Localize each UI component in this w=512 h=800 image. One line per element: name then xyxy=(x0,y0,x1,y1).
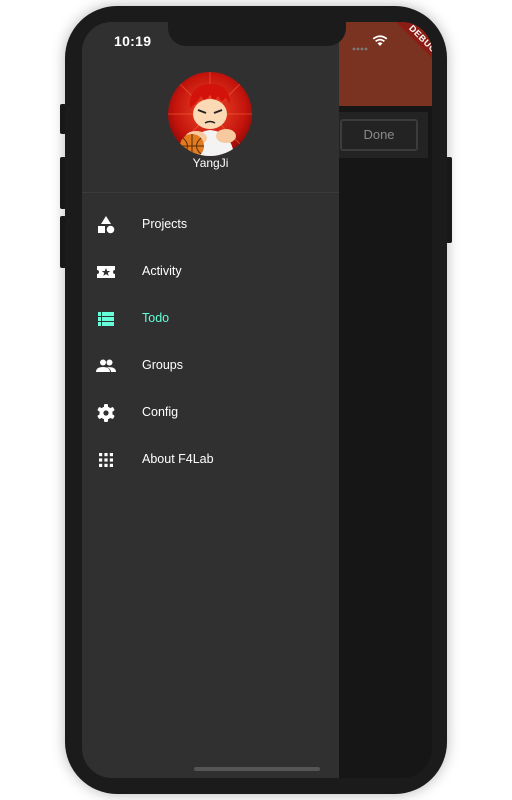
screen: DEBUG Done YangJi Projects Activity Todo… xyxy=(82,22,432,778)
drawer-item-todo[interactable]: Todo xyxy=(82,295,339,342)
drawer-item-label: Todo xyxy=(142,311,170,325)
people-icon xyxy=(96,356,116,376)
avatar[interactable] xyxy=(168,72,252,156)
drawer-item-groups[interactable]: Groups xyxy=(82,342,339,389)
notch xyxy=(168,22,346,46)
status-time: 10:19 xyxy=(114,33,152,49)
home-indicator xyxy=(194,767,320,771)
drawer-item-label: Groups xyxy=(142,358,183,372)
ticket-star-icon xyxy=(96,262,116,282)
drawer-item-config[interactable]: Config xyxy=(82,389,339,436)
drawer-item-label: Projects xyxy=(142,217,188,231)
done-button[interactable]: Done xyxy=(340,119,418,151)
shapes-icon xyxy=(96,215,116,235)
wifi-icon xyxy=(372,34,388,52)
drawer-item-about[interactable]: About F4Lab xyxy=(82,436,339,483)
user-name: YangJi xyxy=(192,156,229,170)
signal-icon xyxy=(352,39,368,57)
drawer-menu: Projects Activity Todo Groups Config Abo… xyxy=(82,201,339,483)
navigation-drawer: YangJi Projects Activity Todo Groups Con… xyxy=(82,22,339,778)
list-icon xyxy=(96,309,116,329)
gear-icon xyxy=(96,403,116,423)
drawer-item-label: About F4Lab xyxy=(142,452,214,466)
drawer-item-activity[interactable]: Activity xyxy=(82,248,339,295)
drawer-item-label: Config xyxy=(142,405,179,419)
drawer-item-label: Activity xyxy=(142,264,182,278)
apps-grid-icon xyxy=(96,450,116,470)
drawer-item-projects[interactable]: Projects xyxy=(82,201,339,248)
avatar-image xyxy=(168,72,252,156)
